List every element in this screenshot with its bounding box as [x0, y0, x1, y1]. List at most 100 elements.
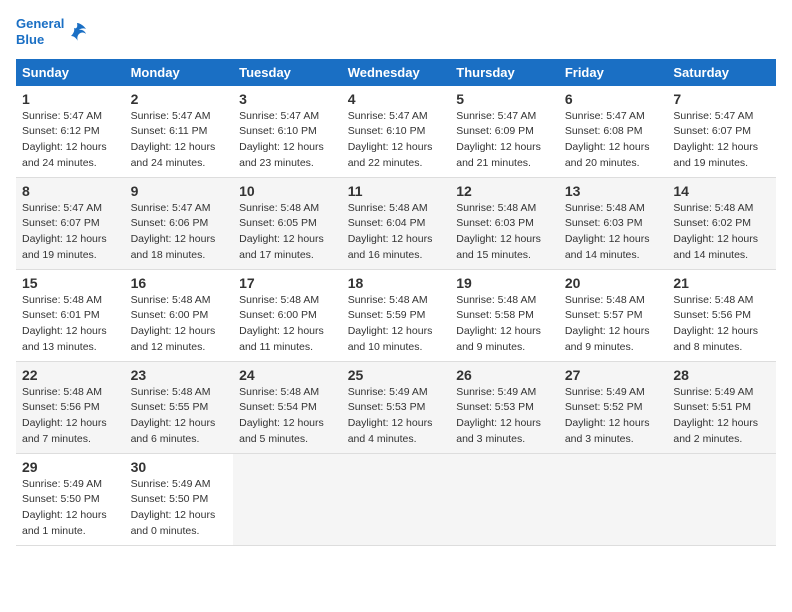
day-number: 30 [131, 459, 228, 475]
day-info: Sunrise: 5:47 AM Sunset: 6:06 PM Dayligh… [131, 201, 228, 264]
calendar-cell: 30 Sunrise: 5:49 AM Sunset: 5:50 PM Dayl… [125, 453, 234, 545]
calendar-cell: 12 Sunrise: 5:48 AM Sunset: 6:03 PM Dayl… [450, 177, 559, 269]
weekday-header: Saturday [667, 59, 776, 86]
calendar-table: SundayMondayTuesdayWednesdayThursdayFrid… [16, 59, 776, 546]
day-info: Sunrise: 5:48 AM Sunset: 6:04 PM Dayligh… [348, 201, 445, 264]
day-info: Sunrise: 5:49 AM Sunset: 5:53 PM Dayligh… [348, 385, 445, 448]
calendar-cell: 14 Sunrise: 5:48 AM Sunset: 6:02 PM Dayl… [667, 177, 776, 269]
day-info: Sunrise: 5:48 AM Sunset: 5:57 PM Dayligh… [565, 293, 662, 356]
calendar-week-row: 15 Sunrise: 5:48 AM Sunset: 6:01 PM Dayl… [16, 269, 776, 361]
calendar-cell: 7 Sunrise: 5:47 AM Sunset: 6:07 PM Dayli… [667, 86, 776, 178]
calendar-cell: 22 Sunrise: 5:48 AM Sunset: 5:56 PM Dayl… [16, 361, 125, 453]
day-number: 15 [22, 275, 119, 291]
day-info: Sunrise: 5:47 AM Sunset: 6:12 PM Dayligh… [22, 109, 119, 172]
day-info: Sunrise: 5:47 AM Sunset: 6:11 PM Dayligh… [131, 109, 228, 172]
day-info: Sunrise: 5:47 AM Sunset: 6:07 PM Dayligh… [22, 201, 119, 264]
calendar-cell: 27 Sunrise: 5:49 AM Sunset: 5:52 PM Dayl… [559, 361, 668, 453]
day-number: 2 [131, 91, 228, 107]
calendar-cell: 4 Sunrise: 5:47 AM Sunset: 6:10 PM Dayli… [342, 86, 451, 178]
day-number: 21 [673, 275, 770, 291]
calendar-cell: 20 Sunrise: 5:48 AM Sunset: 5:57 PM Dayl… [559, 269, 668, 361]
calendar-cell: 28 Sunrise: 5:49 AM Sunset: 5:51 PM Dayl… [667, 361, 776, 453]
calendar-cell: 10 Sunrise: 5:48 AM Sunset: 6:05 PM Dayl… [233, 177, 342, 269]
day-number: 23 [131, 367, 228, 383]
calendar-cell: 2 Sunrise: 5:47 AM Sunset: 6:11 PM Dayli… [125, 86, 234, 178]
calendar-cell: 23 Sunrise: 5:48 AM Sunset: 5:55 PM Dayl… [125, 361, 234, 453]
calendar-cell: 16 Sunrise: 5:48 AM Sunset: 6:00 PM Dayl… [125, 269, 234, 361]
calendar-cell: 13 Sunrise: 5:48 AM Sunset: 6:03 PM Dayl… [559, 177, 668, 269]
day-info: Sunrise: 5:49 AM Sunset: 5:53 PM Dayligh… [456, 385, 553, 448]
day-info: Sunrise: 5:48 AM Sunset: 5:58 PM Dayligh… [456, 293, 553, 356]
day-number: 10 [239, 183, 336, 199]
weekday-header: Tuesday [233, 59, 342, 86]
calendar-cell: 8 Sunrise: 5:47 AM Sunset: 6:07 PM Dayli… [16, 177, 125, 269]
day-number: 28 [673, 367, 770, 383]
day-number: 4 [348, 91, 445, 107]
day-info: Sunrise: 5:48 AM Sunset: 6:00 PM Dayligh… [131, 293, 228, 356]
day-number: 17 [239, 275, 336, 291]
day-number: 13 [565, 183, 662, 199]
day-info: Sunrise: 5:48 AM Sunset: 6:05 PM Dayligh… [239, 201, 336, 264]
calendar-cell: 24 Sunrise: 5:48 AM Sunset: 5:54 PM Dayl… [233, 361, 342, 453]
calendar-cell [667, 453, 776, 545]
calendar-cell: 26 Sunrise: 5:49 AM Sunset: 5:53 PM Dayl… [450, 361, 559, 453]
calendar-cell: 25 Sunrise: 5:49 AM Sunset: 5:53 PM Dayl… [342, 361, 451, 453]
day-info: Sunrise: 5:48 AM Sunset: 5:55 PM Dayligh… [131, 385, 228, 448]
day-info: Sunrise: 5:49 AM Sunset: 5:52 PM Dayligh… [565, 385, 662, 448]
day-info: Sunrise: 5:48 AM Sunset: 6:01 PM Dayligh… [22, 293, 119, 356]
logo-bird-icon [66, 21, 88, 43]
day-number: 29 [22, 459, 119, 475]
day-info: Sunrise: 5:47 AM Sunset: 6:08 PM Dayligh… [565, 109, 662, 172]
day-number: 16 [131, 275, 228, 291]
day-number: 22 [22, 367, 119, 383]
calendar-week-row: 8 Sunrise: 5:47 AM Sunset: 6:07 PM Dayli… [16, 177, 776, 269]
calendar-cell: 19 Sunrise: 5:48 AM Sunset: 5:58 PM Dayl… [450, 269, 559, 361]
day-number: 3 [239, 91, 336, 107]
calendar-header-row: SundayMondayTuesdayWednesdayThursdayFrid… [16, 59, 776, 86]
calendar-cell: 5 Sunrise: 5:47 AM Sunset: 6:09 PM Dayli… [450, 86, 559, 178]
calendar-cell: 17 Sunrise: 5:48 AM Sunset: 6:00 PM Dayl… [233, 269, 342, 361]
calendar-cell [233, 453, 342, 545]
day-number: 14 [673, 183, 770, 199]
weekday-header: Friday [559, 59, 668, 86]
weekday-header: Sunday [16, 59, 125, 86]
calendar-cell: 18 Sunrise: 5:48 AM Sunset: 5:59 PM Dayl… [342, 269, 451, 361]
day-info: Sunrise: 5:48 AM Sunset: 6:03 PM Dayligh… [456, 201, 553, 264]
weekday-header: Wednesday [342, 59, 451, 86]
day-info: Sunrise: 5:49 AM Sunset: 5:50 PM Dayligh… [22, 477, 119, 540]
day-number: 1 [22, 91, 119, 107]
weekday-header: Thursday [450, 59, 559, 86]
calendar-cell: 9 Sunrise: 5:47 AM Sunset: 6:06 PM Dayli… [125, 177, 234, 269]
day-info: Sunrise: 5:49 AM Sunset: 5:50 PM Dayligh… [131, 477, 228, 540]
weekday-header: Monday [125, 59, 234, 86]
day-info: Sunrise: 5:47 AM Sunset: 6:07 PM Dayligh… [673, 109, 770, 172]
day-number: 6 [565, 91, 662, 107]
calendar-cell: 1 Sunrise: 5:47 AM Sunset: 6:12 PM Dayli… [16, 86, 125, 178]
logo: General Blue [16, 16, 88, 49]
day-number: 26 [456, 367, 553, 383]
day-number: 5 [456, 91, 553, 107]
calendar-cell: 29 Sunrise: 5:49 AM Sunset: 5:50 PM Dayl… [16, 453, 125, 545]
day-number: 20 [565, 275, 662, 291]
day-number: 7 [673, 91, 770, 107]
day-info: Sunrise: 5:48 AM Sunset: 6:00 PM Dayligh… [239, 293, 336, 356]
day-info: Sunrise: 5:48 AM Sunset: 5:56 PM Dayligh… [22, 385, 119, 448]
day-info: Sunrise: 5:48 AM Sunset: 5:56 PM Dayligh… [673, 293, 770, 356]
day-number: 19 [456, 275, 553, 291]
calendar-week-row: 22 Sunrise: 5:48 AM Sunset: 5:56 PM Dayl… [16, 361, 776, 453]
day-number: 24 [239, 367, 336, 383]
calendar-cell [450, 453, 559, 545]
logo-graphic: General Blue [16, 16, 88, 49]
day-number: 27 [565, 367, 662, 383]
calendar-cell: 11 Sunrise: 5:48 AM Sunset: 6:04 PM Dayl… [342, 177, 451, 269]
day-info: Sunrise: 5:48 AM Sunset: 5:59 PM Dayligh… [348, 293, 445, 356]
calendar-cell: 21 Sunrise: 5:48 AM Sunset: 5:56 PM Dayl… [667, 269, 776, 361]
calendar-body: 1 Sunrise: 5:47 AM Sunset: 6:12 PM Dayli… [16, 86, 776, 546]
calendar-cell: 3 Sunrise: 5:47 AM Sunset: 6:10 PM Dayli… [233, 86, 342, 178]
day-info: Sunrise: 5:47 AM Sunset: 6:09 PM Dayligh… [456, 109, 553, 172]
day-number: 11 [348, 183, 445, 199]
day-info: Sunrise: 5:48 AM Sunset: 6:02 PM Dayligh… [673, 201, 770, 264]
day-info: Sunrise: 5:49 AM Sunset: 5:51 PM Dayligh… [673, 385, 770, 448]
calendar-cell: 15 Sunrise: 5:48 AM Sunset: 6:01 PM Dayl… [16, 269, 125, 361]
day-number: 18 [348, 275, 445, 291]
